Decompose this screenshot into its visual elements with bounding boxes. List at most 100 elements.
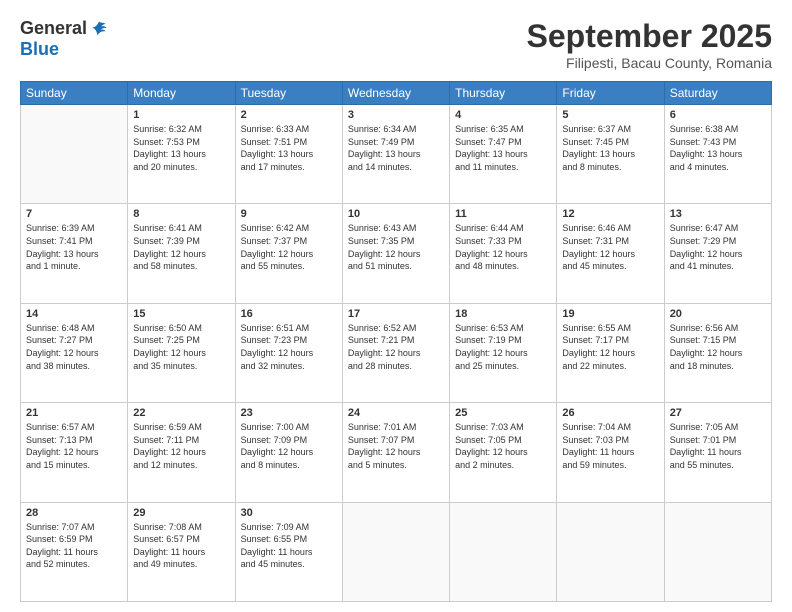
page: General Blue September 2025 Filipesti, B…	[0, 0, 792, 612]
table-row: 29 Sunrise: 7:08 AMSunset: 6:57 PMDayligh…	[128, 502, 235, 601]
table-row: 23 Sunrise: 7:00 AMSunset: 7:09 PMDayligh…	[235, 403, 342, 502]
calendar-week-row: 1 Sunrise: 6:32 AMSunset: 7:53 PMDaylight…	[21, 105, 772, 204]
day-number: 12	[562, 208, 658, 220]
day-info: Sunrise: 7:04 AMSunset: 7:03 PMDaylight:…	[562, 421, 658, 471]
day-info: Sunrise: 6:42 AMSunset: 7:37 PMDaylight:…	[241, 222, 337, 272]
logo-general-text: General	[20, 18, 87, 39]
table-row	[450, 502, 557, 601]
day-info: Sunrise: 7:03 AMSunset: 7:05 PMDaylight:…	[455, 421, 551, 471]
day-number: 6	[670, 109, 766, 121]
day-number: 25	[455, 407, 551, 419]
col-wednesday: Wednesday	[342, 82, 449, 105]
table-row	[21, 105, 128, 204]
day-info: Sunrise: 6:50 AMSunset: 7:25 PMDaylight:…	[133, 322, 229, 372]
table-row: 17Sunrise: 6:52 AMSunset: 7:21 PMDayligh…	[342, 303, 449, 402]
col-tuesday: Tuesday	[235, 82, 342, 105]
day-number: 29	[133, 507, 229, 519]
table-row	[664, 502, 771, 601]
day-info: Sunrise: 6:55 AMSunset: 7:17 PMDaylight:…	[562, 322, 658, 372]
calendar-week-row: 7Sunrise: 6:39 AMSunset: 7:41 PMDaylight…	[21, 204, 772, 303]
day-number: 5	[562, 109, 658, 121]
day-info: Sunrise: 6:32 AMSunset: 7:53 PMDaylight:…	[133, 123, 229, 173]
logo-bird-icon	[89, 19, 109, 39]
col-saturday: Saturday	[664, 82, 771, 105]
table-row: 13 Sunrise: 6:47 AMSunset: 7:29 PMDayligh…	[664, 204, 771, 303]
table-row: 19 Sunrise: 6:55 AMSunset: 7:17 PMDayligh…	[557, 303, 664, 402]
day-number: 2	[241, 109, 337, 121]
table-row: 10 Sunrise: 6:43 AMSunset: 7:35 PMDayligh…	[342, 204, 449, 303]
table-row: 1 Sunrise: 6:32 AMSunset: 7:53 PMDaylight…	[128, 105, 235, 204]
col-sunday: Sunday	[21, 82, 128, 105]
table-row: 22 Sunrise: 6:59 AMSunset: 7:11 PMDayligh…	[128, 403, 235, 502]
day-info: Sunrise: 7:00 AMSunset: 7:09 PMDaylight:…	[241, 421, 337, 471]
day-number: 15	[133, 308, 229, 320]
table-row	[557, 502, 664, 601]
day-number: 21	[26, 407, 122, 419]
day-number: 4	[455, 109, 551, 121]
day-info: Sunrise: 7:05 AMSunset: 7:01 PMDaylight:…	[670, 421, 766, 471]
table-row: 16 Sunrise: 6:51 AMSunset: 7:23 PMDayligh…	[235, 303, 342, 402]
day-number: 30	[241, 507, 337, 519]
table-row: 28Sunrise: 7:07 AMSunset: 6:59 PMDayligh…	[21, 502, 128, 601]
table-row: 2Sunrise: 6:33 AMSunset: 7:51 PMDaylight…	[235, 105, 342, 204]
day-info: Sunrise: 6:59 AMSunset: 7:11 PMDaylight:…	[133, 421, 229, 471]
col-friday: Friday	[557, 82, 664, 105]
day-number: 28	[26, 507, 122, 519]
calendar-header-row: Sunday Monday Tuesday Wednesday Thursday…	[21, 82, 772, 105]
day-number: 3	[348, 109, 444, 121]
day-info: Sunrise: 6:38 AMSunset: 7:43 PMDaylight:…	[670, 123, 766, 173]
day-number: 14	[26, 308, 122, 320]
day-info: Sunrise: 6:48 AMSunset: 7:27 PMDaylight:…	[26, 322, 122, 372]
table-row: 14 Sunrise: 6:48 AMSunset: 7:27 PMDayligh…	[21, 303, 128, 402]
table-row: 11 Sunrise: 6:44 AMSunset: 7:33 PMDayligh…	[450, 204, 557, 303]
location-subtitle: Filipesti, Bacau County, Romania	[527, 55, 772, 71]
calendar-week-row: 21Sunrise: 6:57 AMSunset: 7:13 PMDayligh…	[21, 403, 772, 502]
col-thursday: Thursday	[450, 82, 557, 105]
table-row: 5Sunrise: 6:37 AMSunset: 7:45 PMDaylight…	[557, 105, 664, 204]
day-number: 18	[455, 308, 551, 320]
title-block: September 2025 Filipesti, Bacau County, …	[527, 18, 772, 71]
day-number: 10	[348, 208, 444, 220]
logo-blue-text: Blue	[20, 39, 59, 60]
month-title: September 2025	[527, 18, 772, 55]
table-row: 15 Sunrise: 6:50 AMSunset: 7:25 PMDayligh…	[128, 303, 235, 402]
day-info: Sunrise: 6:51 AMSunset: 7:23 PMDaylight:…	[241, 322, 337, 372]
table-row: 20 Sunrise: 6:56 AMSunset: 7:15 PMDayligh…	[664, 303, 771, 402]
day-number: 20	[670, 308, 766, 320]
table-row: 24 Sunrise: 7:01 AMSunset: 7:07 PMDayligh…	[342, 403, 449, 502]
day-number: 1	[133, 109, 229, 121]
day-number: 9	[241, 208, 337, 220]
calendar-table: Sunday Monday Tuesday Wednesday Thursday…	[20, 81, 772, 602]
day-number: 24	[348, 407, 444, 419]
calendar-week-row: 14 Sunrise: 6:48 AMSunset: 7:27 PMDayligh…	[21, 303, 772, 402]
day-number: 19	[562, 308, 658, 320]
day-number: 22	[133, 407, 229, 419]
day-info: Sunrise: 6:44 AMSunset: 7:33 PMDaylight:…	[455, 222, 551, 272]
day-info: Sunrise: 6:47 AMSunset: 7:29 PMDaylight:…	[670, 222, 766, 272]
day-info: Sunrise: 6:41 AMSunset: 7:39 PMDaylight:…	[133, 222, 229, 272]
table-row: 26Sunrise: 7:04 AMSunset: 7:03 PMDayligh…	[557, 403, 664, 502]
table-row: 4 Sunrise: 6:35 AMSunset: 7:47 PMDaylight…	[450, 105, 557, 204]
day-number: 23	[241, 407, 337, 419]
table-row: 12 Sunrise: 6:46 AMSunset: 7:31 PMDayligh…	[557, 204, 664, 303]
day-number: 16	[241, 308, 337, 320]
day-info: Sunrise: 6:52 AMSunset: 7:21 PMDaylight:…	[348, 322, 444, 372]
day-info: Sunrise: 6:56 AMSunset: 7:15 PMDaylight:…	[670, 322, 766, 372]
table-row: 3Sunrise: 6:34 AMSunset: 7:49 PMDaylight…	[342, 105, 449, 204]
logo: General Blue	[20, 18, 109, 60]
day-info: Sunrise: 6:46 AMSunset: 7:31 PMDaylight:…	[562, 222, 658, 272]
day-info: Sunrise: 6:35 AMSunset: 7:47 PMDaylight:…	[455, 123, 551, 173]
table-row: 25 Sunrise: 7:03 AMSunset: 7:05 PMDayligh…	[450, 403, 557, 502]
table-row: 21Sunrise: 6:57 AMSunset: 7:13 PMDayligh…	[21, 403, 128, 502]
day-number: 7	[26, 208, 122, 220]
day-info: Sunrise: 6:43 AMSunset: 7:35 PMDaylight:…	[348, 222, 444, 272]
day-info: Sunrise: 7:09 AMSunset: 6:55 PMDaylight:…	[241, 521, 337, 571]
day-info: Sunrise: 7:01 AMSunset: 7:07 PMDaylight:…	[348, 421, 444, 471]
table-row: 30 Sunrise: 7:09 AMSunset: 6:55 PMDayligh…	[235, 502, 342, 601]
table-row: 7Sunrise: 6:39 AMSunset: 7:41 PMDaylight…	[21, 204, 128, 303]
table-row: 18Sunrise: 6:53 AMSunset: 7:19 PMDayligh…	[450, 303, 557, 402]
day-number: 11	[455, 208, 551, 220]
table-row	[342, 502, 449, 601]
day-info: Sunrise: 7:08 AMSunset: 6:57 PMDaylight:…	[133, 521, 229, 571]
day-number: 13	[670, 208, 766, 220]
